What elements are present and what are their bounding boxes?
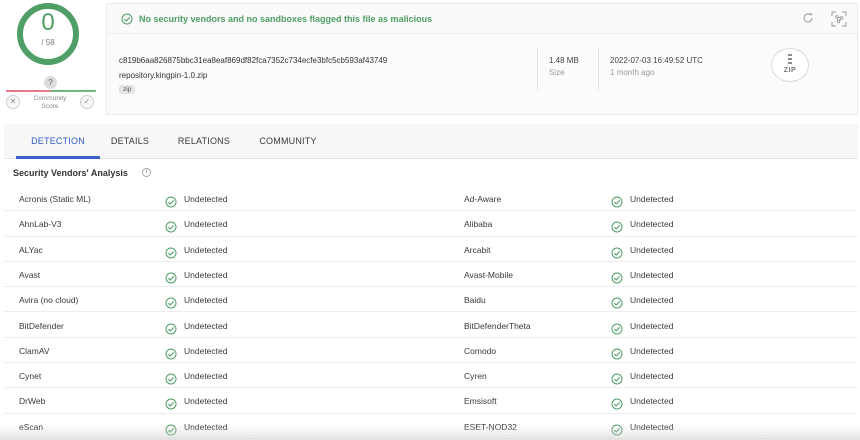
vendor-result: Undetected <box>630 194 674 204</box>
detection-score: 0 / 58 <box>10 2 88 66</box>
vendor-result: Undetected <box>184 371 228 382</box>
score-detections: 0 <box>41 9 55 36</box>
vendor-result: Undetected <box>184 295 228 306</box>
file-size-label: Size <box>549 68 565 77</box>
vendor-name: DrWeb <box>19 396 46 407</box>
file-hash[interactable]: c819b6aa826875bbc31ea8eaf869df82fca7352c… <box>119 56 387 65</box>
community-score-label: Community Score <box>33 95 67 110</box>
vendor-name: BitDefender <box>19 320 64 331</box>
similar-graph-icon[interactable] <box>831 11 847 27</box>
vendor-result: Undetected <box>630 345 674 356</box>
vendor-result: Undetected <box>184 320 228 331</box>
info-icon[interactable]: i <box>142 168 151 177</box>
verdict-banner: No security vendors and no sandboxes fla… <box>107 4 857 34</box>
vendor-name: Arcabit <box>464 244 491 255</box>
vote-malicious-button[interactable]: ✕ <box>6 95 20 109</box>
vendor-name: BitDefenderTheta <box>464 320 531 331</box>
tab-community[interactable]: COMMUNITY <box>249 124 327 159</box>
table-row: ClamAV Undetected Comodo Undetected <box>4 337 858 364</box>
divider <box>598 48 599 90</box>
vendor-result: Undetected <box>630 371 674 382</box>
zipper-shape <box>788 54 792 66</box>
community-score-bar <box>6 90 96 92</box>
vendor-result: Undetected <box>630 269 674 280</box>
vendor-name: Alibaba <box>464 219 493 230</box>
vendor-result: Undetected <box>630 320 674 331</box>
vendor-result: Undetected <box>630 396 674 407</box>
vendor-result: Undetected <box>630 244 674 255</box>
vendor-result: Undetected <box>630 295 674 306</box>
file-name: repository.kingpin-1.0.zip <box>119 71 208 80</box>
vendor-name: Ad-Aware <box>464 194 502 204</box>
banner-actions <box>789 11 847 27</box>
table-row: Avast Undetected Avast-Mobile Undetected <box>4 261 858 288</box>
vendors-table: Acronis (Static ML) Undetected Ad-Aware Und… <box>4 186 858 440</box>
score-text: 0 / 58 <box>10 8 86 48</box>
divider <box>537 48 538 90</box>
vendor-name: Acronis (Static ML) <box>19 194 91 204</box>
analysis-date: 2022-07-03 16:49:52 UTC <box>610 56 703 65</box>
tab-relations[interactable]: RELATIONS <box>168 124 240 159</box>
vendor-name: ALYac <box>19 244 43 255</box>
verdict-message: No security vendors and no sandboxes fla… <box>139 14 433 24</box>
vendor-result: Undetected <box>184 396 228 407</box>
vendor-name: Baidu <box>464 295 486 306</box>
table-row: ALYac Undetected Arcabit Undetected <box>4 236 858 262</box>
vendor-result: Undetected <box>184 219 228 230</box>
vendor-result: Undetected <box>630 219 674 230</box>
vendor-name: AhnLab-V3 <box>19 219 62 230</box>
check-circle-icon <box>121 13 133 25</box>
table-row: Cynet Undetected Cyren Undetected <box>4 363 858 389</box>
file-tag[interactable]: zip <box>119 85 136 94</box>
vendor-name: Cynet <box>19 371 42 382</box>
vendor-result: Undetected <box>184 194 228 204</box>
community-score: ? ✕ Community Score ✓ <box>4 74 96 114</box>
table-row: DrWeb Undetected Emsisoft Undetected <box>4 388 858 414</box>
vendor-result: Undetected <box>184 269 228 280</box>
vendor-name: Emsisoft <box>464 396 497 407</box>
vendor-name: Avira (no cloud) <box>19 295 79 306</box>
analysis-date-relative: 1 month ago <box>610 68 655 77</box>
table-row: BitDefender Undetected BitDefenderTheta Und… <box>4 312 858 338</box>
vendor-name: Avast <box>19 269 41 280</box>
table-row: Acronis (Static ML) Undetected Ad-Aware Und… <box>4 186 858 212</box>
vendor-name: Comodo <box>464 345 497 356</box>
vendor-name: ClamAV <box>19 345 50 356</box>
tab-detection[interactable]: DETECTION <box>16 124 100 159</box>
vote-harmless-button[interactable]: ✓ <box>80 95 94 109</box>
vendor-result: Undetected <box>184 244 228 255</box>
active-tab-indicator <box>16 156 100 159</box>
scroll-fade <box>0 424 860 440</box>
vendor-result: Undetected <box>184 345 228 356</box>
tab-bar: DETECTION DETAILS RELATIONS COMMUNITY <box>4 124 858 159</box>
file-size-value: 1.48 MB <box>549 56 579 65</box>
table-row: AhnLab-V3 Undetected Alibaba Undetected <box>4 211 858 237</box>
help-icon[interactable]: ? <box>44 76 57 89</box>
section-title: Security Vendors' Analysis <box>13 168 128 178</box>
score-total: / 58 <box>41 38 55 47</box>
vendor-name: Avast-Mobile <box>464 269 513 280</box>
zip-file-icon: ZIP <box>771 48 809 82</box>
tab-details[interactable]: DETAILS <box>102 124 158 159</box>
file-summary-card: No security vendors and no sandboxes fla… <box>106 3 858 115</box>
vendor-name: Cyren <box>464 371 487 382</box>
file-type-label: ZIP <box>783 67 797 74</box>
refresh-icon[interactable] <box>801 11 815 25</box>
table-row: Avira (no cloud) Undetected Baidu Undetecte… <box>4 287 858 313</box>
